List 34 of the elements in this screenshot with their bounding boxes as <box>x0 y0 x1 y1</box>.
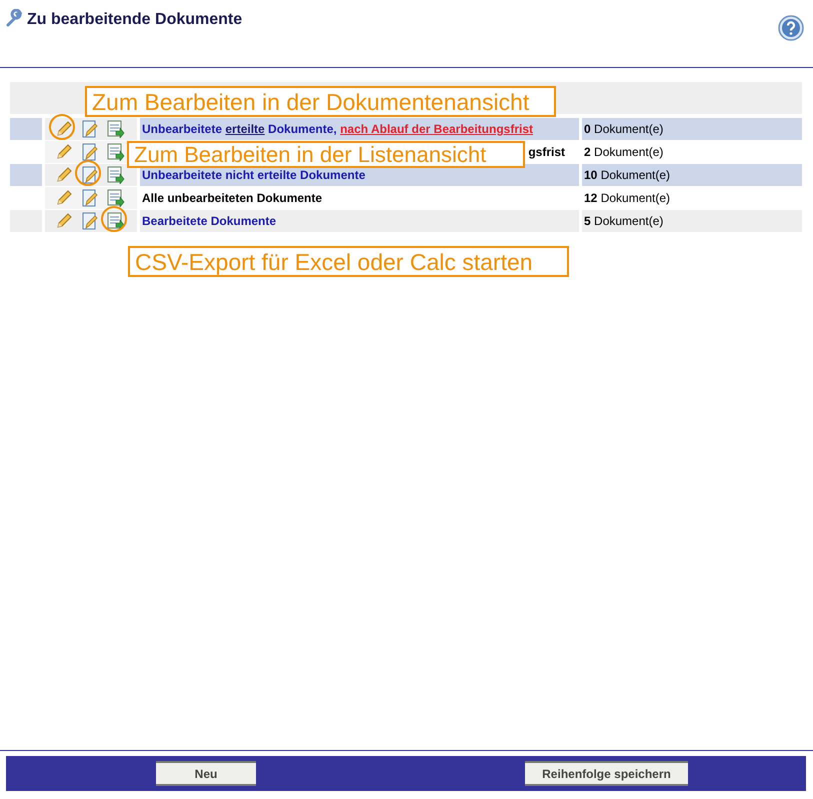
document-pencil-icon[interactable] <box>81 189 99 207</box>
document-pencil-icon[interactable] <box>81 143 99 161</box>
document-pencil-icon[interactable] <box>81 212 99 230</box>
annotation-callout: Zum Bearbeiten in der Listenansicht <box>127 141 525 168</box>
document-category-label: Unbearbeitete nicht erteilte Dokumente <box>142 168 366 182</box>
pencil-icon[interactable] <box>55 143 73 161</box>
export-arrow-icon[interactable] <box>107 120 125 138</box>
footer-button[interactable]: Neu <box>156 761 256 786</box>
export-arrow-icon[interactable] <box>107 189 125 207</box>
export-arrow-icon[interactable] <box>107 212 125 230</box>
export-arrow-icon[interactable] <box>107 166 125 184</box>
document-category-label: gsfrist <box>528 145 565 159</box>
pencil-icon[interactable] <box>55 189 73 207</box>
document-count: 12 Dokument(e) <box>584 191 670 205</box>
document-count: 5 Dokument(e) <box>584 214 664 228</box>
annotation-callout: CSV-Export für Excel oder Calc starten <box>128 246 569 277</box>
page-title: Zu bearbeitende Dokumente <box>27 11 242 29</box>
wrench-icon <box>5 9 23 27</box>
pencil-icon[interactable] <box>55 166 73 184</box>
pencil-icon[interactable] <box>55 120 73 138</box>
help-icon[interactable] <box>778 15 804 41</box>
footer-button[interactable]: Reihenfolge speichern <box>525 761 688 786</box>
document-count: 10 Dokument(e) <box>584 168 670 182</box>
pencil-icon[interactable] <box>55 212 73 230</box>
document-count: 2 Dokument(e) <box>584 145 664 159</box>
export-arrow-icon[interactable] <box>107 143 125 161</box>
document-pencil-icon[interactable] <box>81 120 99 138</box>
document-category-label: Alle unbearbeiteten Dokumente <box>142 191 322 205</box>
document-count: 0 Dokument(e) <box>584 122 664 136</box>
document-category-label: Bearbeitete Dokumente <box>142 214 276 228</box>
document-pencil-icon[interactable] <box>81 166 99 184</box>
document-category-label: Unbearbeitete erteilte Dokumente, nach Ablauf der Bearbeitungsfrist <box>142 122 533 136</box>
annotation-callout: Zum Bearbeiten in der Dokumentenansicht <box>85 86 556 117</box>
filter-link[interactable]: erteilte <box>225 122 265 136</box>
